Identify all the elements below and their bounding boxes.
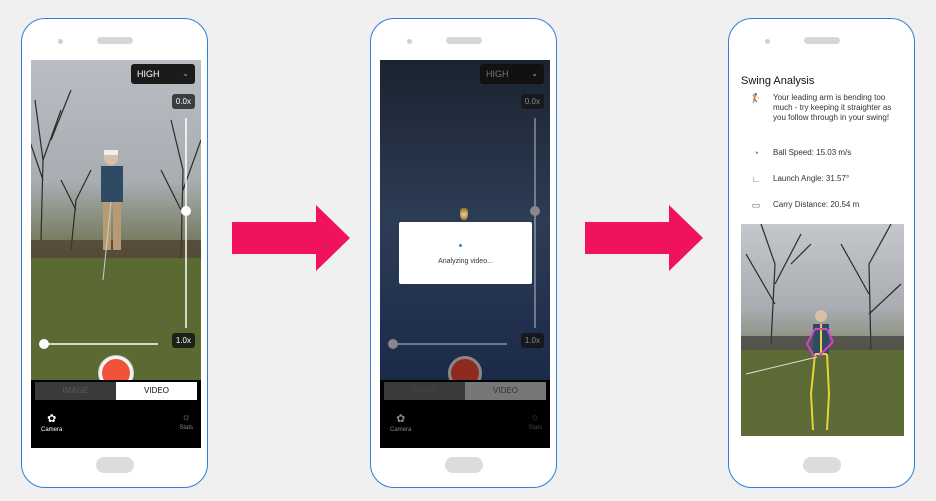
chevron-down-icon: ⌄ <box>531 69 538 78</box>
phone-analysis-screen: Swing Analysis 🏌 Your leading arm is ben… <box>728 18 915 488</box>
vertical-slider-handle[interactable] <box>181 206 191 216</box>
quality-dropdown[interactable]: HIGH ⌄ <box>131 64 195 84</box>
angle-icon: ∟ <box>751 174 761 184</box>
horizontal-slider-handle <box>388 339 398 349</box>
horizontal-slider <box>388 339 507 349</box>
feedback-text: Your leading arm is bending too much - t… <box>773 93 892 122</box>
bottom-bar: IMAGE VIDEO ✿ Camera ☼ Stats <box>380 380 550 448</box>
quality-dropdown: HIGH ⌄ <box>480 64 544 84</box>
ball-speed-text: Ball Speed: 15.03 m/s <box>773 148 852 157</box>
pose-skeleton-image <box>741 224 904 436</box>
home-button[interactable] <box>445 457 483 473</box>
mode-toggle: IMAGE VIDEO <box>384 382 546 400</box>
zoom-vertical-slider <box>530 118 540 328</box>
loading-spinner-icon <box>459 244 462 247</box>
zoom-vertical-slider[interactable] <box>181 118 191 328</box>
light-glow <box>460 206 468 220</box>
horizontal-slider-handle[interactable] <box>39 339 49 349</box>
quality-label: HIGH <box>486 69 509 79</box>
camera-screen: HIGH ⌄ 0.0x 1.0x IMAGE VIDEO ✿ Camera ☼ … <box>31 60 201 448</box>
carry-distance-text: Carry Distance: 20.54 m <box>773 200 860 209</box>
nav-camera-label: Camera <box>390 427 412 433</box>
arrow-right-icon <box>585 205 703 271</box>
quality-label: HIGH <box>137 69 160 79</box>
launch-angle-text: Launch Angle: 31.57° <box>773 174 850 183</box>
tab-image[interactable]: IMAGE <box>35 382 116 400</box>
front-camera-dot <box>58 39 63 44</box>
swing-figure-icon: 🏌 <box>750 93 762 103</box>
nav-stats-label: Stats <box>528 425 542 431</box>
front-camera-dot <box>407 39 412 44</box>
phone-camera-screen: HIGH ⌄ 0.0x 1.0x IMAGE VIDEO ✿ Camera ☼ … <box>21 18 208 488</box>
zoom-current-label: 1.0x <box>520 333 544 348</box>
zoom-current-label: 1.0x <box>171 333 195 348</box>
nav-camera-label: Camera <box>41 427 63 433</box>
analyzing-screen: HIGH ⌄ 0.0x 1.0x IMAGE VIDEO ✿ Camera ☼ <box>380 60 550 448</box>
bottom-bar: IMAGE VIDEO ✿ Camera ☼ Stats <box>31 380 201 448</box>
analyzing-dialog: Analyzing video... <box>399 222 532 284</box>
speaker-grille <box>446 37 482 44</box>
mode-toggle: IMAGE VIDEO <box>35 382 197 400</box>
vertical-slider-handle <box>530 206 540 216</box>
home-button[interactable] <box>803 457 841 473</box>
analysis-screen: Swing Analysis 🏌 Your leading arm is ben… <box>738 60 908 448</box>
aperture-icon: ✿ <box>396 413 406 425</box>
pose-overlay-image <box>741 224 904 436</box>
nav-stats[interactable]: ☼ Stats <box>179 412 193 431</box>
speedometer-icon: ◔ <box>753 148 759 158</box>
camera-preview: HIGH ⌄ 0.0x 1.0x <box>31 60 201 380</box>
front-camera-dot <box>765 39 770 44</box>
speaker-grille <box>804 37 840 44</box>
zoom-max-label: 0.0x <box>171 94 195 109</box>
lightbulb-icon: ☼ <box>181 412 191 423</box>
home-button[interactable] <box>96 457 134 473</box>
arrow-right-icon <box>232 205 350 271</box>
nav-camera: ✿ Camera <box>390 412 411 433</box>
tab-video: VIDEO <box>465 382 546 400</box>
workflow-illustration: HIGH ⌄ 0.0x 1.0x IMAGE VIDEO ✿ Camera ☼ … <box>0 0 936 501</box>
swing-analysis-panel: Swing Analysis 🏌 Your leading arm is ben… <box>738 60 908 448</box>
chevron-down-icon: ⌄ <box>182 69 189 78</box>
nav-camera[interactable]: ✿ Camera <box>41 412 62 433</box>
page-title: Swing Analysis <box>741 75 815 87</box>
speaker-grille <box>97 37 133 44</box>
zoom-max-label: 0.0x <box>520 94 544 109</box>
nav-stats: ☼ Stats <box>528 412 542 431</box>
ruler-icon: ▭ <box>751 200 761 210</box>
nav-stats-label: Stats <box>179 425 193 431</box>
analyzing-message: Analyzing video... <box>438 258 493 265</box>
aperture-icon: ✿ <box>47 413 57 425</box>
tab-image: IMAGE <box>384 382 465 400</box>
phone-analyzing-screen: HIGH ⌄ 0.0x 1.0x IMAGE VIDEO ✿ Camera ☼ <box>370 18 557 488</box>
horizontal-slider[interactable] <box>39 339 158 349</box>
lightbulb-icon: ☼ <box>530 412 540 423</box>
tab-video[interactable]: VIDEO <box>116 382 197 400</box>
